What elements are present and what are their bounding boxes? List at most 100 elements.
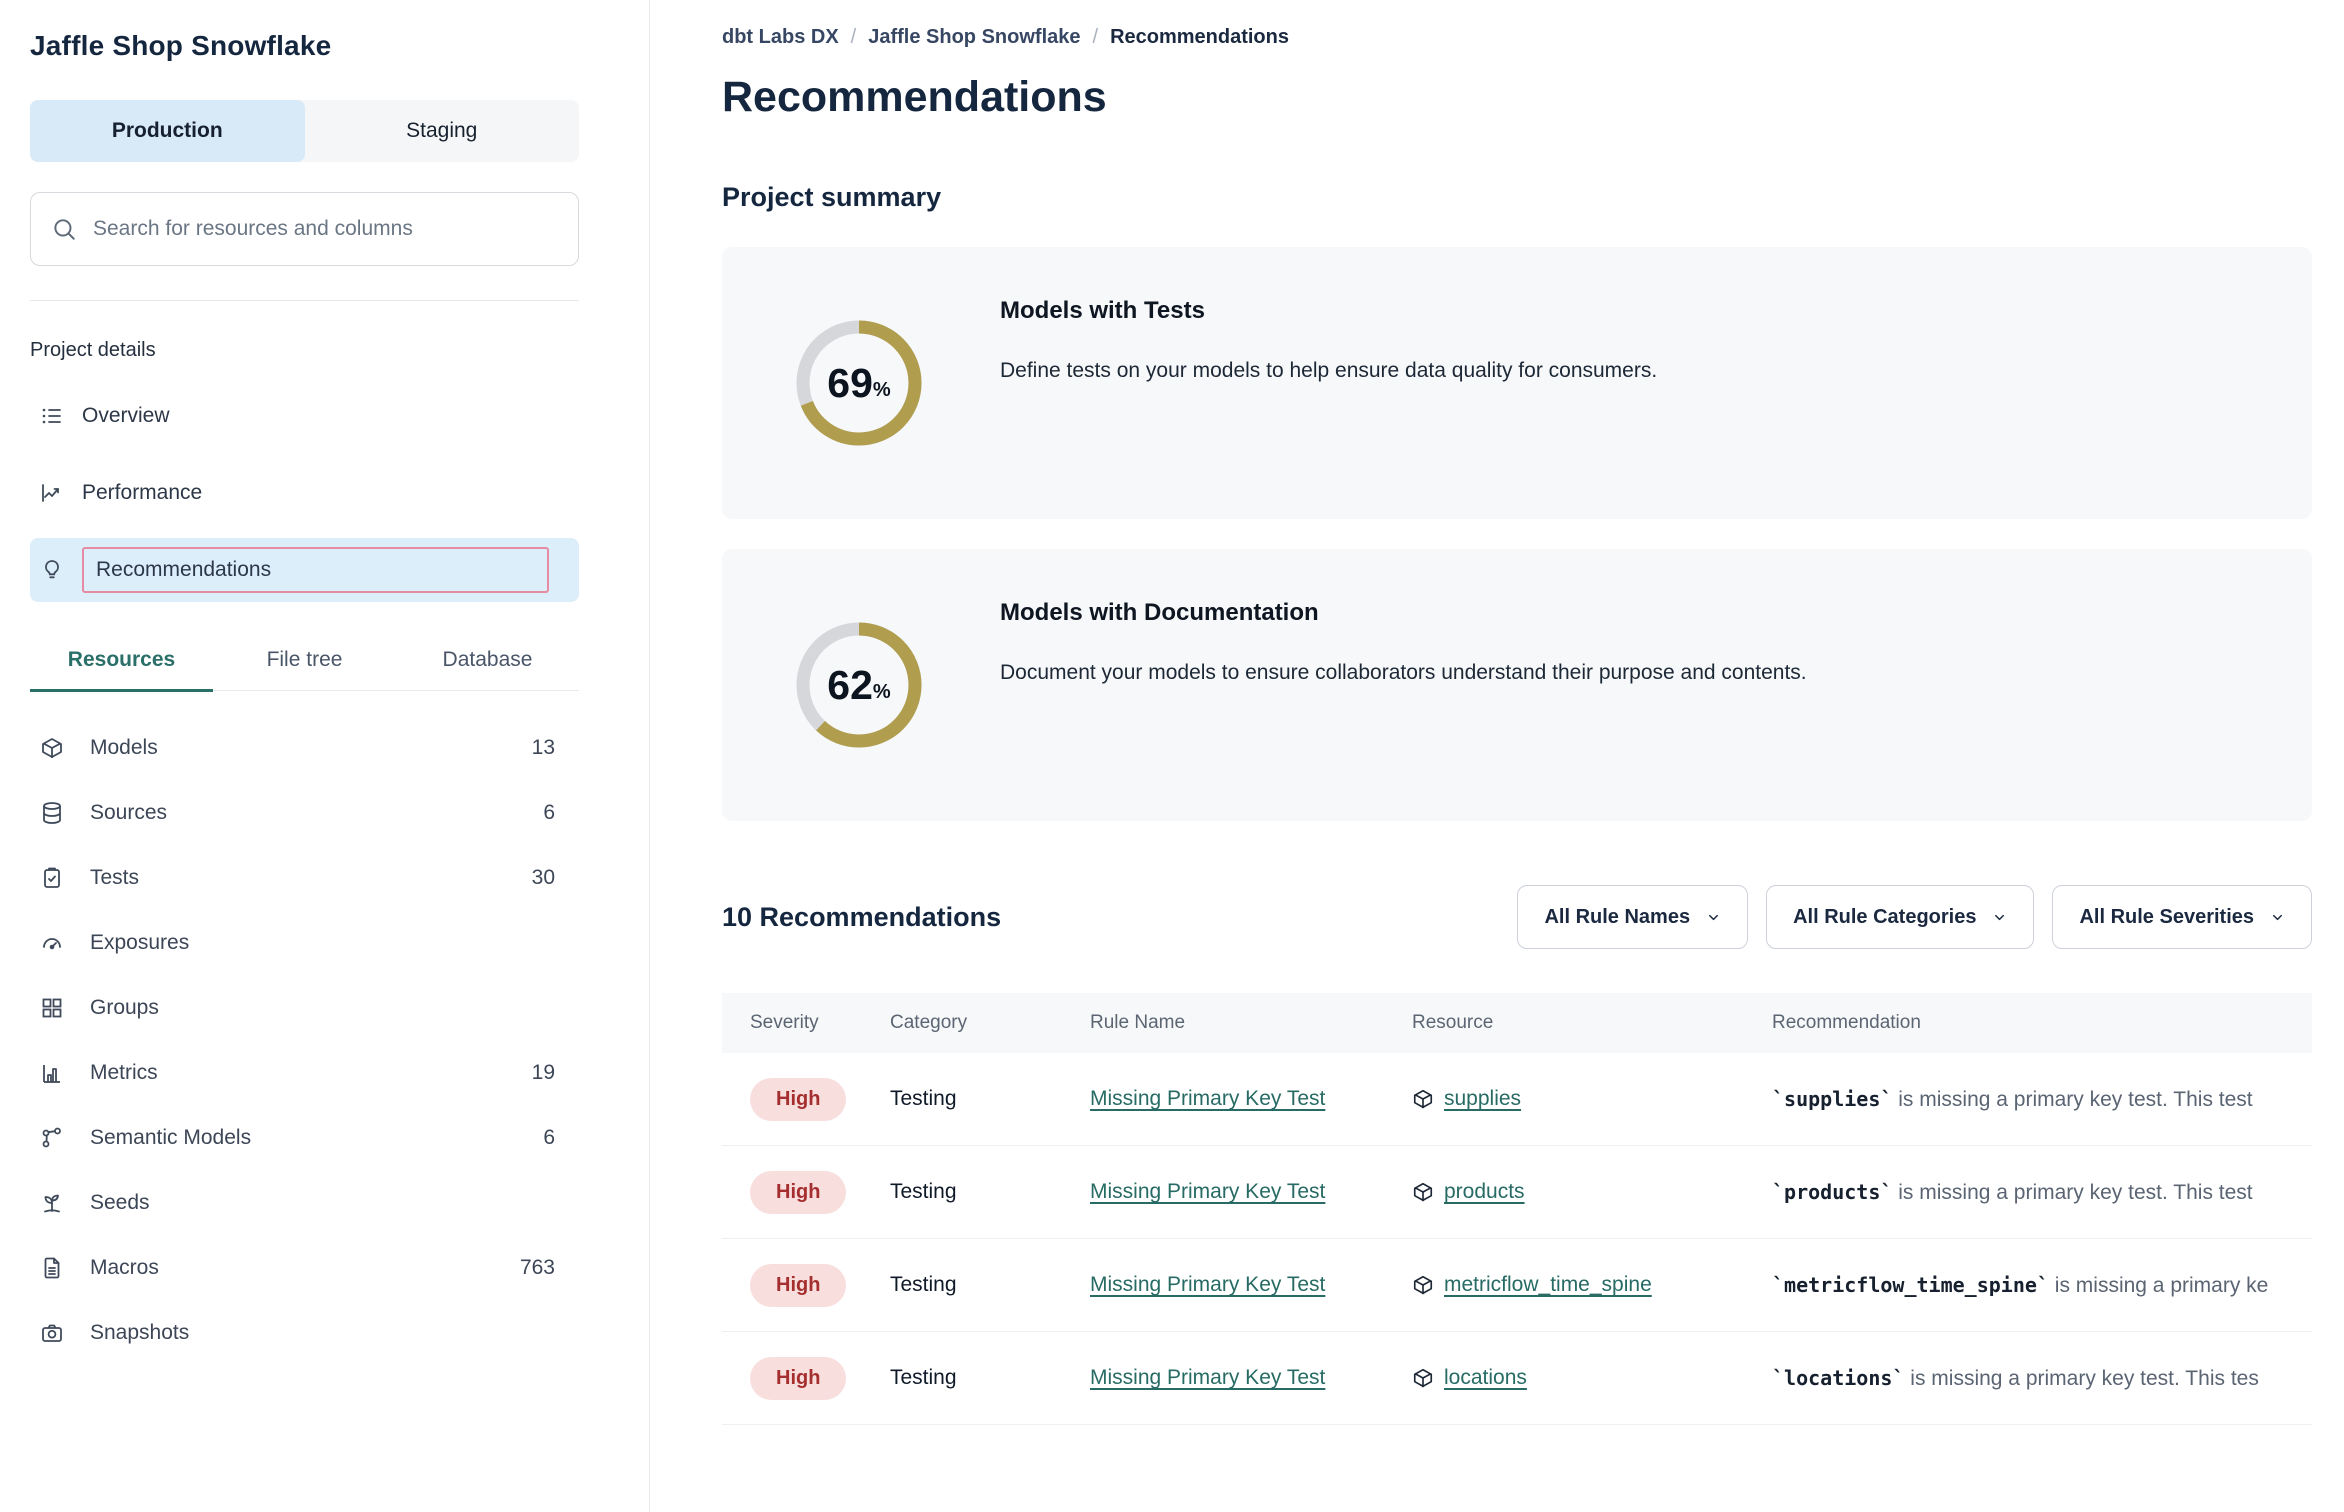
sidebar-divider — [30, 300, 579, 301]
recommendation-text: is missing a primary key test. This test — [1892, 1181, 2252, 1204]
cube-icon — [40, 736, 64, 760]
resource-list: Models 13 Sources 6 Tests 30 — [30, 715, 579, 1365]
camera-icon — [40, 1321, 64, 1345]
resource-count: 30 — [532, 866, 555, 890]
breadcrumb-separator: / — [851, 26, 857, 49]
resource-label: Semantic Models — [90, 1126, 517, 1150]
filter-rule-names[interactable]: All Rule Names — [1517, 885, 1748, 949]
search-box[interactable] — [30, 192, 579, 266]
resource-code: `locations` — [1772, 1366, 1904, 1390]
resource-link[interactable]: supplies — [1444, 1087, 1521, 1111]
filter-bar: All Rule Names All Rule Categories All R… — [1517, 885, 2312, 949]
recommendations-label-highlight: Recommendations — [82, 547, 549, 593]
chevron-down-icon — [2270, 910, 2285, 925]
summary-card-models-with-tests: 69 % Models with Tests Define tests on y… — [722, 247, 2312, 519]
database-icon — [40, 801, 64, 825]
table-row: High Testing Missing Primary Key Test pr… — [722, 1146, 2312, 1239]
donut-chart-tests: 69 % — [794, 318, 924, 448]
recommendation-text: is missing a primary ke — [2049, 1274, 2268, 1297]
breadcrumb-item-current: Recommendations — [1110, 26, 1289, 49]
recommendation-cell: `locations` is missing a primary key tes… — [1772, 1366, 2312, 1391]
resource-count: 19 — [532, 1061, 555, 1085]
sidebar-item-metrics[interactable]: Metrics 19 — [30, 1040, 579, 1105]
resource-label: Models — [90, 736, 506, 760]
sidebar-item-semantic-models[interactable]: Semantic Models 6 — [30, 1105, 579, 1170]
chevron-down-icon — [1992, 910, 2007, 925]
severity-badge: High — [750, 1264, 846, 1307]
sidebar-item-seeds[interactable]: Seeds — [30, 1170, 579, 1235]
sidebar-item-snapshots[interactable]: Snapshots — [30, 1300, 579, 1365]
search-icon — [51, 216, 77, 242]
search-input[interactable] — [93, 217, 558, 241]
sidebar-item-overview[interactable]: Overview — [30, 384, 579, 448]
recommendation-cell: `supplies` is missing a primary key test… — [1772, 1087, 2312, 1112]
project-details-label: Project details — [30, 339, 579, 362]
resource-link[interactable]: locations — [1444, 1366, 1527, 1390]
resource-count: 6 — [543, 801, 555, 825]
grid-icon — [40, 996, 64, 1020]
sidebar-item-exposures[interactable]: Exposures — [30, 910, 579, 975]
breadcrumb-item[interactable]: Jaffle Shop Snowflake — [868, 26, 1080, 49]
rule-name-link[interactable]: Missing Primary Key Test — [1090, 1087, 1325, 1110]
resource-link[interactable]: products — [1444, 1180, 1525, 1204]
environment-switcher: Production Staging — [30, 100, 579, 162]
sidebar-item-sources[interactable]: Sources 6 — [30, 780, 579, 845]
resource-label: Macros — [90, 1256, 494, 1280]
sidebar-item-performance[interactable]: Performance — [30, 461, 579, 525]
main-content: dbt Labs DX / Jaffle Shop Snowflake / Re… — [650, 0, 2344, 1512]
card-title: Models with Documentation — [1000, 599, 1807, 627]
cube-icon — [1412, 1367, 1434, 1389]
category-cell: Testing — [890, 1180, 1090, 1204]
filter-label: All Rule Categories — [1793, 906, 1976, 929]
lightbulb-icon — [40, 558, 64, 582]
rule-name-link[interactable]: Missing Primary Key Test — [1090, 1366, 1325, 1389]
sidebar-item-models[interactable]: Models 13 — [30, 715, 579, 780]
resource-label: Exposures — [90, 931, 529, 955]
cube-icon — [1412, 1274, 1434, 1296]
tab-production[interactable]: Production — [30, 100, 305, 162]
resource-label: Snapshots — [90, 1321, 529, 1345]
resource-label: Metrics — [90, 1061, 506, 1085]
sidebar-item-macros[interactable]: Macros 763 — [30, 1235, 579, 1300]
sidebar-item-recommendations[interactable]: Recommendations — [30, 538, 579, 602]
project-nav: Overview Performance Recommendations — [30, 384, 579, 602]
category-cell: Testing — [890, 1366, 1090, 1390]
donut-percent-value: 62 — [827, 662, 873, 709]
donut-chart-documentation: 62 % — [794, 620, 924, 750]
chevron-down-icon — [1706, 910, 1721, 925]
cube-icon — [1412, 1088, 1434, 1110]
rule-name-link[interactable]: Missing Primary Key Test — [1090, 1180, 1325, 1203]
gauge-icon — [40, 931, 64, 955]
column-header-severity: Severity — [750, 1012, 890, 1034]
trend-icon — [40, 481, 64, 505]
tab-resources[interactable]: Resources — [30, 636, 213, 690]
resource-label: Groups — [90, 996, 529, 1020]
recommendations-header: 10 Recommendations All Rule Names All Ru… — [722, 885, 2312, 949]
filter-rule-severities[interactable]: All Rule Severities — [2052, 885, 2312, 949]
column-header-recommendation: Recommendation — [1772, 1012, 2312, 1034]
breadcrumb-item[interactable]: dbt Labs DX — [722, 26, 839, 49]
resource-count: 13 — [532, 736, 555, 760]
donut-percent-sign: % — [873, 681, 891, 704]
resource-label: Sources — [90, 801, 517, 825]
severity-badge: High — [750, 1078, 846, 1121]
tab-database[interactable]: Database — [396, 636, 579, 690]
resource-link[interactable]: metricflow_time_spine — [1444, 1273, 1652, 1297]
recommendation-text: is missing a primary key test. This test — [1892, 1088, 2252, 1111]
filter-rule-categories[interactable]: All Rule Categories — [1766, 885, 2034, 949]
recommendations-table: Severity Category Rule Name Resource Rec… — [722, 993, 2312, 1425]
sidebar-item-groups[interactable]: Groups — [30, 975, 579, 1040]
severity-badge: High — [750, 1357, 846, 1400]
breadcrumb: dbt Labs DX / Jaffle Shop Snowflake / Re… — [722, 26, 2312, 49]
card-description: Document your models to ensure collabora… — [1000, 661, 1807, 685]
sidebar-item-tests[interactable]: Tests 30 — [30, 845, 579, 910]
tab-staging[interactable]: Staging — [305, 100, 580, 162]
resource-code: `metricflow_time_spine` — [1772, 1273, 2049, 1297]
table-row: High Testing Missing Primary Key Test su… — [722, 1053, 2312, 1146]
resource-count: 6 — [543, 1126, 555, 1150]
resource-view-tabs: Resources File tree Database — [30, 636, 579, 691]
column-header-resource: Resource — [1412, 1012, 1772, 1034]
tab-file-tree[interactable]: File tree — [213, 636, 396, 690]
rule-name-link[interactable]: Missing Primary Key Test — [1090, 1273, 1325, 1296]
share-icon — [40, 1126, 64, 1150]
